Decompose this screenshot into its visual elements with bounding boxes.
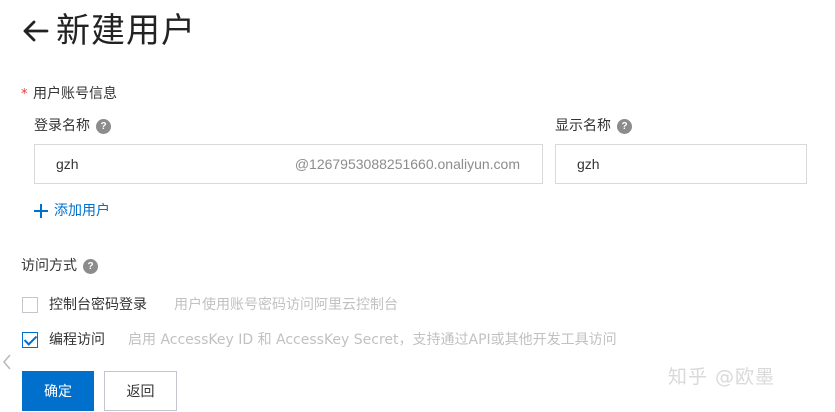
display-name-input[interactable] [556, 145, 797, 183]
console-login-label: 控制台密码登录 [49, 297, 147, 313]
programmatic-access-label: 编程访问 [49, 332, 105, 348]
watermark: 知乎 @欧墨 [668, 366, 776, 388]
programmatic-access-desc: 启用 AccessKey ID 和 AccessKey Secret，支持通过A… [128, 332, 617, 348]
help-icon[interactable]: ? [96, 118, 111, 134]
page-title: 新建用户 [56, 11, 196, 51]
help-icon[interactable]: ? [617, 118, 632, 134]
console-login-checkbox[interactable] [22, 297, 38, 313]
confirm-button[interactable]: 确定 [22, 371, 94, 411]
back-arrow-button[interactable] [18, 14, 52, 48]
help-icon[interactable]: ? [83, 258, 98, 274]
login-name-field[interactable]: @1267953088251660.onaliyun.com [34, 144, 543, 184]
display-name-label-text: 显示名称 [555, 118, 611, 134]
login-domain-suffix: @1267953088251660.onaliyun.com [294, 156, 520, 172]
add-user-label: 添加用户 [54, 203, 110, 219]
access-method-label: 访问方式 ? [21, 256, 98, 276]
chevron-left-icon [2, 354, 11, 370]
plus-icon [34, 204, 48, 218]
programmatic-access-checkbox[interactable] [22, 332, 38, 348]
console-login-desc: 用户使用账号密码访问阿里云控制台 [174, 297, 398, 313]
login-name-input[interactable] [35, 145, 296, 183]
arrow-left-icon [23, 20, 49, 42]
section-title-account-info: 用户账号信息 [33, 86, 117, 102]
login-name-label: 登录名称 ? [34, 116, 111, 136]
login-name-label-text: 登录名称 [34, 118, 90, 134]
add-user-button[interactable]: 添加用户 [34, 200, 110, 222]
required-mark: * [21, 87, 28, 102]
sidebar-collapse-handle[interactable] [0, 330, 14, 394]
back-button[interactable]: 返回 [104, 371, 177, 411]
display-name-field[interactable] [555, 144, 807, 184]
access-method-title: 访问方式 [21, 258, 77, 274]
display-name-label: 显示名称 ? [555, 116, 632, 136]
